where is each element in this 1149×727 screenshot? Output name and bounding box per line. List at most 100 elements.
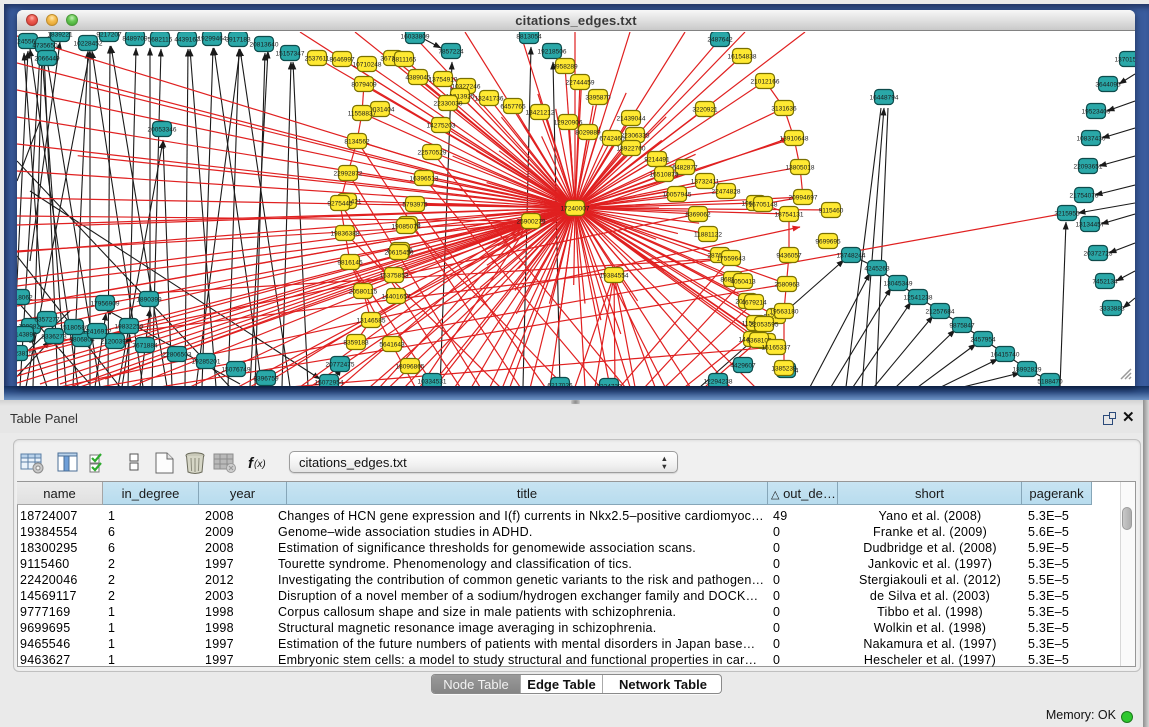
svg-text:22570529: 22570529	[418, 150, 447, 157]
svg-text:2580963: 2580963	[774, 282, 800, 289]
svg-text:13910648: 13910648	[780, 136, 809, 143]
svg-text:15076749: 15076749	[222, 367, 251, 374]
svg-text:13045349: 13045349	[884, 281, 913, 288]
svg-text:17559643: 17559643	[717, 256, 746, 263]
svg-text:9436057: 9436057	[776, 253, 802, 260]
svg-text:18922760: 18922760	[617, 146, 646, 153]
svg-text:19085076: 19085076	[392, 224, 421, 231]
svg-text:20580115: 20580115	[349, 289, 378, 296]
svg-text:8134562: 8134562	[344, 139, 370, 146]
svg-text:1218062: 1218062	[17, 295, 33, 302]
svg-text:3333883: 3333883	[1099, 306, 1125, 313]
svg-text:13805018: 13805018	[786, 165, 815, 172]
svg-text:9958289: 9958289	[552, 64, 578, 71]
svg-text:10837430: 10837430	[1077, 136, 1106, 143]
svg-text:4439167: 4439167	[174, 37, 200, 44]
svg-text:10228452: 10228452	[74, 41, 103, 48]
svg-text:3917183: 3917183	[225, 37, 251, 44]
svg-text:5641643: 5641643	[379, 342, 405, 349]
svg-text:21257684: 21257684	[926, 309, 955, 316]
svg-text:12416912: 12416912	[83, 329, 112, 336]
svg-text:10057945: 10057945	[663, 192, 692, 199]
svg-text:16448794: 16448794	[870, 95, 899, 102]
svg-text:21012166: 21012166	[751, 79, 780, 86]
svg-text:12920906: 12920906	[554, 120, 583, 127]
svg-text:13748244: 13748244	[837, 253, 866, 260]
svg-text:13701506: 13701506	[1115, 57, 1135, 64]
svg-text:16072954: 16072954	[315, 380, 344, 387]
svg-text:8224730: 8224730	[596, 384, 622, 387]
svg-text:2066449: 2066449	[34, 56, 60, 63]
svg-text:4679214: 4679214	[741, 300, 767, 307]
svg-text:15165337: 15165337	[762, 345, 791, 352]
svg-text:22053595: 22053595	[750, 322, 779, 329]
svg-text:16510878: 16510878	[650, 172, 679, 179]
svg-text:22806503: 22806503	[163, 352, 192, 359]
svg-text:22744459: 22744459	[566, 80, 595, 87]
svg-text:7671884: 7671884	[132, 343, 158, 350]
svg-text:20615450: 20615450	[385, 250, 414, 257]
svg-text:20772475: 20772475	[326, 362, 355, 369]
svg-text:9217207: 9217207	[96, 32, 122, 39]
svg-text:3131636: 3131636	[771, 106, 797, 113]
svg-text:4245263: 4245263	[864, 266, 890, 273]
svg-text:9115460: 9115460	[819, 208, 844, 215]
svg-text:9816145: 9816145	[337, 260, 363, 267]
svg-text:8029889: 8029889	[575, 130, 601, 137]
svg-text:19563180: 19563180	[770, 309, 799, 316]
svg-text:13754919: 13754919	[429, 77, 458, 84]
svg-text:7452134: 7452134	[1092, 279, 1118, 286]
svg-text:2537611: 2537611	[305, 56, 330, 63]
svg-text:19218506: 19218506	[538, 49, 567, 56]
svg-text:5682115: 5682115	[148, 37, 173, 44]
svg-text:3220921: 3220921	[692, 107, 718, 114]
svg-text:(x): (x)	[254, 459, 266, 470]
svg-text:11881122: 11881122	[694, 232, 722, 239]
svg-text:17956909: 17956909	[91, 301, 120, 308]
svg-text:8396759: 8396759	[253, 376, 279, 383]
svg-text:8489709: 8489709	[122, 36, 148, 43]
svg-text:1839221: 1839221	[47, 32, 73, 39]
svg-text:19299464: 19299464	[198, 36, 227, 43]
svg-text:4050413: 4050413	[730, 279, 756, 286]
svg-text:12294238: 12294238	[704, 379, 733, 386]
svg-text:8369062: 8369062	[685, 212, 711, 219]
svg-text:18992829: 18992829	[1013, 367, 1042, 374]
svg-text:17240007: 17240007	[561, 206, 590, 213]
svg-text:20813640: 20813640	[250, 42, 279, 49]
svg-text:15375853: 15375853	[380, 273, 409, 280]
svg-text:16033809: 16033809	[401, 34, 430, 41]
svg-text:10710248: 10710248	[353, 62, 382, 69]
svg-text:2457954: 2457954	[970, 337, 996, 344]
svg-text:6457765: 6457765	[500, 104, 526, 111]
svg-text:3644095: 3644095	[1095, 82, 1121, 89]
svg-text:13421212: 13421212	[526, 110, 555, 117]
svg-text:8336273: 8336273	[41, 334, 67, 341]
svg-text:19523409: 19523409	[1082, 109, 1111, 116]
svg-text:10323815: 10323815	[17, 351, 33, 358]
svg-text:7857224: 7857224	[438, 49, 464, 56]
svg-text:19836388: 19836388	[331, 231, 360, 238]
svg-text:19384554: 19384554	[600, 273, 629, 280]
svg-text:8811165: 8811165	[392, 57, 417, 64]
svg-text:13134457: 13134457	[1076, 222, 1105, 229]
svg-text:5188470: 5188470	[1037, 379, 1063, 386]
svg-text:22474828: 22474828	[712, 189, 741, 196]
svg-text:22306335: 22306335	[621, 133, 650, 140]
svg-text:3215955: 3215955	[1054, 211, 1080, 218]
svg-text:4429607: 4429607	[730, 363, 756, 370]
svg-text:21200396: 21200396	[101, 339, 130, 346]
svg-text:20994697: 20994697	[789, 195, 818, 202]
svg-text:16154838: 16154838	[728, 54, 757, 61]
svg-text:21439044: 21439044	[617, 116, 646, 123]
svg-text:13732411: 13732411	[691, 179, 720, 186]
svg-text:16705148: 16705148	[749, 202, 778, 209]
svg-text:16415740: 16415740	[991, 352, 1020, 359]
svg-text:4143890: 4143890	[17, 332, 37, 339]
svg-text:21754078: 21754078	[1070, 193, 1099, 200]
svg-text:3395870: 3395870	[585, 95, 611, 102]
svg-text:19285201: 19285201	[192, 359, 221, 366]
svg-text:14275203: 14275203	[427, 123, 456, 130]
svg-text:10334531: 10334531	[418, 379, 447, 386]
svg-text:8359183: 8359183	[343, 340, 369, 347]
